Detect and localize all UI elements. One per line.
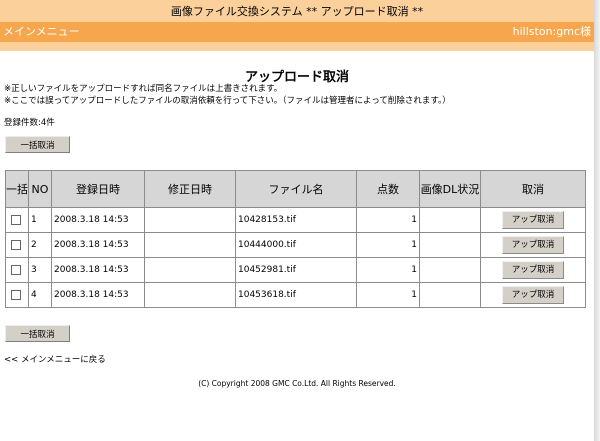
bulk-cancel-button-bottom[interactable]: 一括取消 — [5, 325, 70, 342]
col-modified: 修正日時 — [144, 170, 236, 208]
row-no: 3 — [28, 257, 52, 283]
row-cancel-cell: アップ取消 — [480, 282, 586, 308]
row-dl-status — [419, 232, 481, 258]
row-checkbox-cell — [5, 207, 29, 233]
col-points: 点数 — [356, 170, 420, 208]
row-cancel-cell: アップ取消 — [480, 207, 586, 233]
row-dl-status — [419, 282, 481, 308]
table-row: 2 2008.3.18 14:53 10444000.tif 1 アップ取消 — [5, 232, 586, 258]
header-stripe — [0, 42, 594, 51]
row-checkbox[interactable] — [11, 239, 21, 250]
user-name: hillston:gmc様 — [512, 25, 591, 38]
row-registered: 2008.3.18 14:53 — [51, 257, 145, 283]
row-filename: 10444000.tif — [235, 232, 357, 258]
col-registered: 登録日時 — [51, 170, 145, 208]
row-checkbox-cell — [5, 232, 29, 258]
row-dl-status — [419, 257, 481, 283]
row-points: 1 — [356, 232, 420, 258]
row-checkbox-cell — [5, 282, 29, 308]
row-modified — [144, 207, 236, 233]
row-checkbox[interactable] — [11, 214, 21, 225]
col-dl-status: 画像DL状況 — [419, 170, 481, 208]
note-cancel-request: ※ここでは誤ってアップロードしたファイルの取消依頼を行って下さい。（ファイルは管… — [4, 96, 451, 106]
row-points: 1 — [356, 282, 420, 308]
page: 画像ファイル交換システム ** アップロード取消 ** メインメニュー hill… — [0, 0, 594, 441]
row-filename: 10428153.tif — [235, 207, 357, 233]
row-modified — [144, 232, 236, 258]
row-filename: 10453618.tif — [235, 282, 357, 308]
table-row: 3 2008.3.18 14:53 10452981.tif 1 アップ取消 — [5, 257, 586, 283]
main-menu-link[interactable]: メインメニュー — [3, 22, 80, 42]
row-registered: 2008.3.18 14:53 — [51, 232, 145, 258]
table-row: 1 2008.3.18 14:53 10428153.tif 1 アップ取消 — [5, 207, 586, 233]
row-no: 1 — [28, 207, 52, 233]
row-registered: 2008.3.18 14:53 — [51, 282, 145, 308]
row-cancel-cell: アップ取消 — [480, 257, 586, 283]
window-edge — [594, 0, 600, 441]
row-checkbox[interactable] — [11, 289, 21, 300]
row-cancel-cell: アップ取消 — [480, 232, 586, 258]
table-row: 4 2008.3.18 14:53 10453618.tif 1 アップ取消 — [5, 282, 586, 308]
row-points: 1 — [356, 207, 420, 233]
table-header-row: 一括 NO 登録日時 修正日時 ファイル名 点数 画像DL状況 取消 — [5, 170, 586, 208]
notes: ※正しいファイルをアップロードすれば同名ファイルは上書きされます。 ※ここでは誤… — [4, 83, 451, 107]
bulk-cancel-button-top[interactable]: 一括取消 — [5, 136, 70, 153]
row-no: 4 — [28, 282, 52, 308]
note-overwrite: ※正しいファイルをアップロードすれば同名ファイルは上書きされます。 — [4, 84, 283, 94]
cancel-upload-button[interactable]: アップ取消 — [502, 211, 564, 229]
cancel-upload-button[interactable]: アップ取消 — [502, 236, 564, 254]
upload-table: 一括 NO 登録日時 修正日時 ファイル名 点数 画像DL状況 取消 1 200… — [5, 170, 586, 308]
record-count: 登録件数:4件 — [4, 118, 55, 128]
row-checkbox[interactable] — [11, 264, 21, 275]
menu-bar: メインメニュー hillston:gmc様 — [0, 22, 594, 42]
row-filename: 10452981.tif — [235, 257, 357, 283]
row-points: 1 — [356, 257, 420, 283]
row-dl-status — [419, 207, 481, 233]
cancel-upload-button[interactable]: アップ取消 — [502, 261, 564, 279]
col-no: NO — [28, 170, 52, 208]
cancel-upload-button[interactable]: アップ取消 — [502, 286, 564, 304]
row-modified — [144, 257, 236, 283]
col-cancel: 取消 — [480, 170, 586, 208]
col-bulk: 一括 — [5, 170, 29, 208]
col-filename: ファイル名 — [235, 170, 357, 208]
copyright: (C) Copyright 2008 GMC Co.Ltd. All Right… — [198, 379, 396, 388]
system-title: 画像ファイル交換システム ** アップロード取消 ** — [0, 0, 594, 22]
row-checkbox-cell — [5, 257, 29, 283]
row-registered: 2008.3.18 14:53 — [51, 207, 145, 233]
row-no: 2 — [28, 232, 52, 258]
row-modified — [144, 282, 236, 308]
back-to-main-menu-link[interactable]: << メインメニューに戻る — [4, 353, 106, 365]
